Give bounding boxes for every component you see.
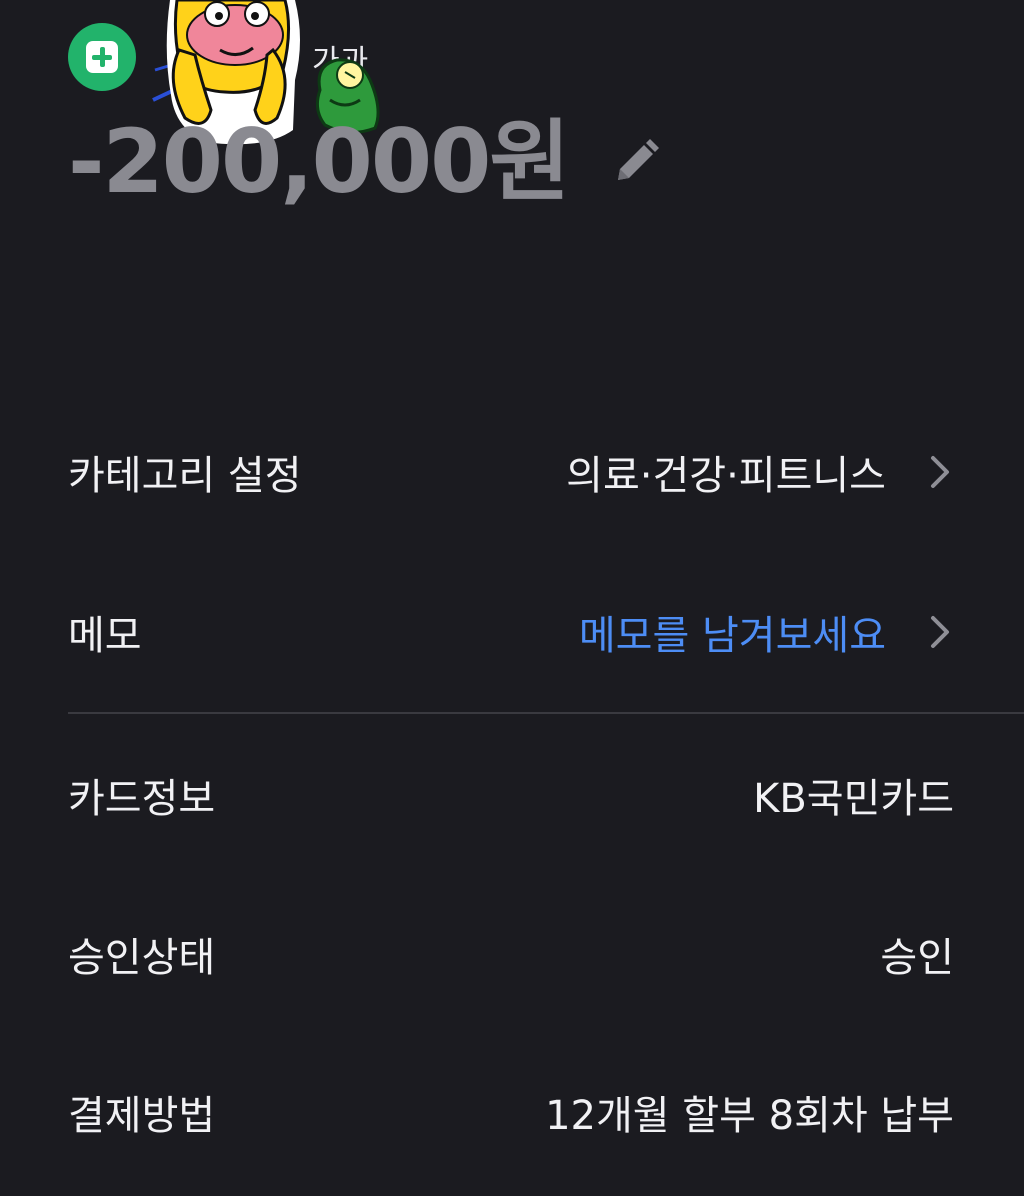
card-info-row: 카드정보 KB국민카드: [68, 755, 954, 835]
memo-label: 메모: [68, 613, 142, 659]
card-info-value: KB국민카드: [753, 776, 954, 822]
edit-amount-button[interactable]: [608, 134, 664, 190]
category-label: 카테고리 설정: [68, 453, 302, 499]
payment-method-value: 12개월 할부 8회차 납부: [545, 1093, 954, 1139]
category-badge-icon: [68, 23, 136, 91]
payment-method-label: 결제방법: [68, 1093, 216, 1139]
memo-row[interactable]: 메모 메모를 남겨보세요: [68, 592, 954, 672]
payment-method-row: 결제방법 12개월 할부 8회차 납부: [68, 1072, 954, 1152]
category-value: 의료·건강·피트니스: [566, 453, 886, 499]
category-row[interactable]: 카테고리 설정 의료·건강·피트니스: [68, 432, 954, 512]
section-divider: [68, 712, 1024, 714]
pencil-icon: [618, 139, 660, 180]
plus-square-icon: [86, 41, 118, 73]
card-info-label: 카드정보: [68, 776, 216, 822]
transaction-amount: -200,000원: [68, 110, 570, 213]
chevron-right-icon: [926, 612, 954, 652]
approval-status-label: 승인상태: [68, 935, 216, 981]
approval-status-row: 승인상태 승인: [68, 914, 954, 994]
chevron-right-icon: [926, 452, 954, 492]
approval-status-value: 승인: [880, 935, 954, 981]
amount-row: -200,000원: [68, 118, 664, 206]
transaction-header: 가과 -200,000원: [0, 0, 1024, 240]
memo-placeholder: 메모를 남겨보세요: [578, 613, 886, 659]
